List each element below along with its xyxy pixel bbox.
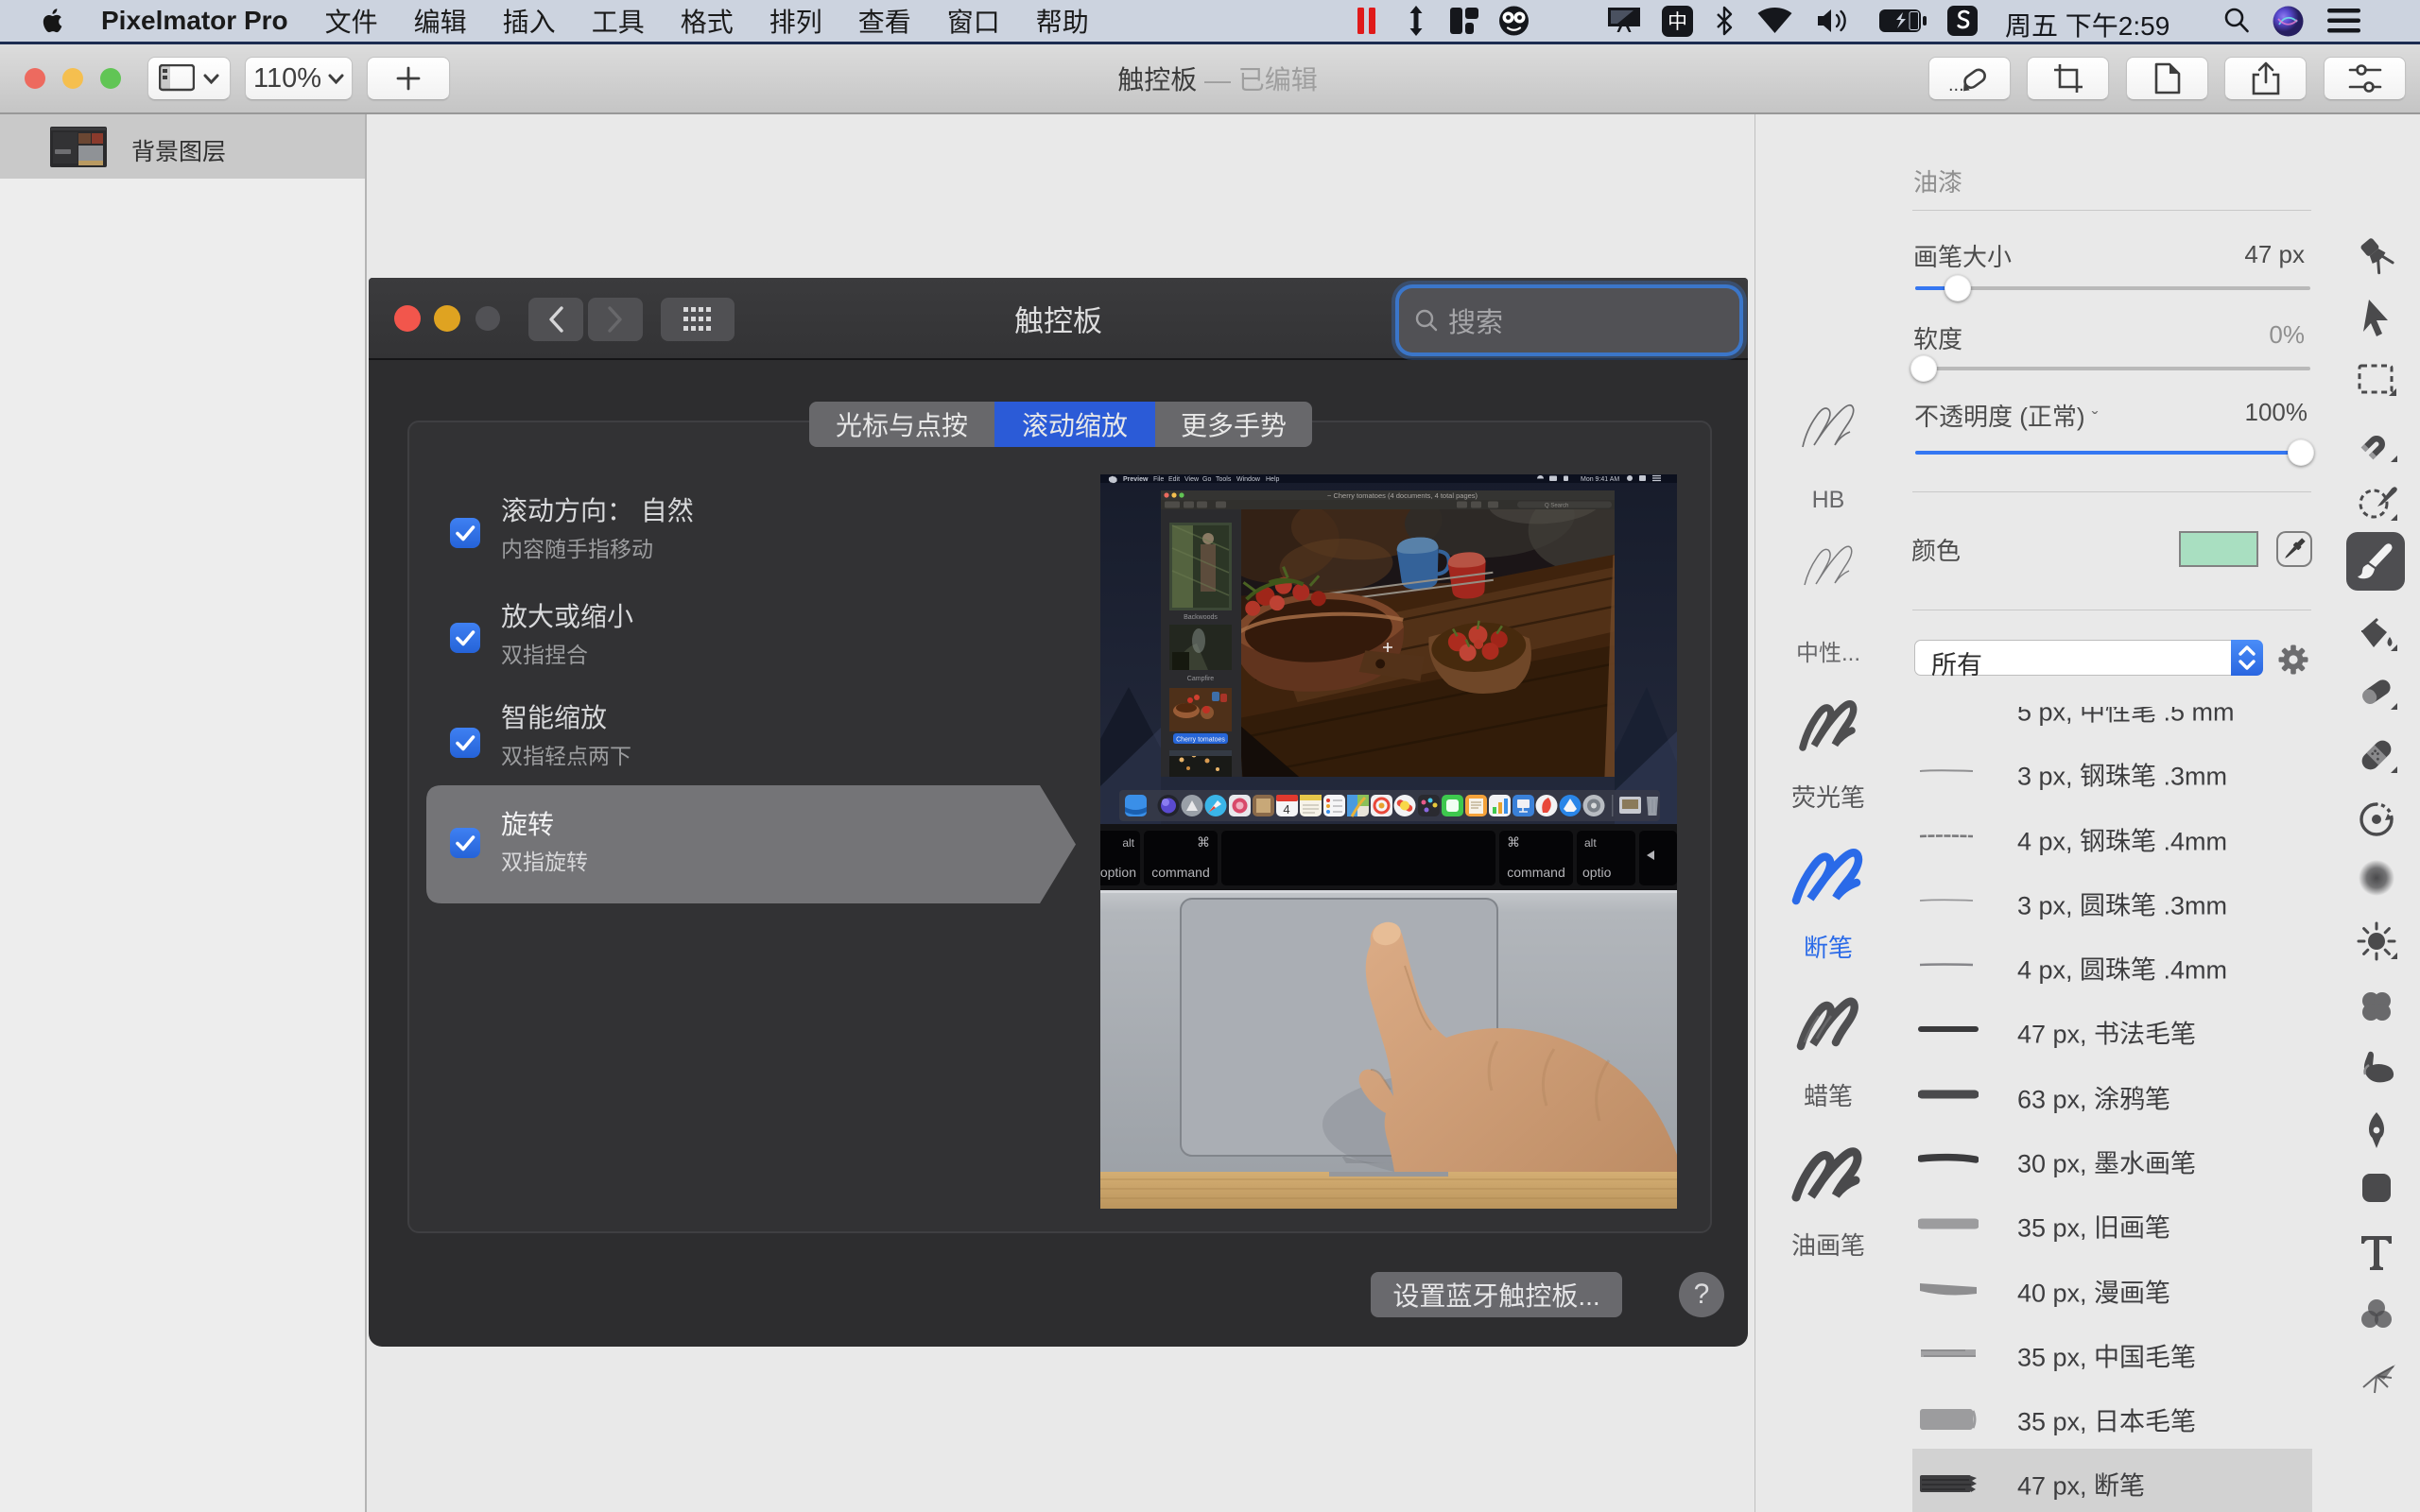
svg-text:optio: optio bbox=[1582, 865, 1612, 880]
svg-text:⌘: ⌘ bbox=[1507, 834, 1520, 850]
svg-text:4: 4 bbox=[1283, 802, 1289, 816]
svg-text:option: option bbox=[1100, 865, 1136, 880]
svg-text:~ Cherry tomatoes (4 documents: ~ Cherry tomatoes (4 documents, 4 total … bbox=[1327, 491, 1478, 500]
svg-text:Cherry tomatoes: Cherry tomatoes bbox=[1176, 737, 1225, 744]
svg-text:Go: Go bbox=[1202, 476, 1211, 483]
svg-text:alt: alt bbox=[1584, 836, 1597, 850]
svg-text:File: File bbox=[1153, 476, 1164, 483]
svg-text:alt: alt bbox=[1122, 836, 1134, 850]
svg-text:...: ... bbox=[1948, 75, 1964, 94]
svg-text:Tools: Tools bbox=[1216, 476, 1232, 483]
svg-text:Help: Help bbox=[1266, 476, 1280, 483]
svg-text:⌘: ⌘ bbox=[1197, 834, 1210, 850]
svg-text:Backwoods: Backwoods bbox=[1184, 614, 1218, 621]
svg-text:Campfire: Campfire bbox=[1187, 676, 1215, 682]
svg-text:View: View bbox=[1184, 476, 1200, 483]
svg-text:Preview: Preview bbox=[1123, 476, 1149, 483]
svg-text:中: 中 bbox=[1668, 10, 1687, 33]
svg-text:Q Search: Q Search bbox=[1545, 504, 1568, 509]
svg-text:command: command bbox=[1151, 865, 1209, 880]
svg-text:Window: Window bbox=[1236, 476, 1261, 483]
svg-text:Edit: Edit bbox=[1168, 476, 1180, 483]
svg-text:Mon 9:41 AM: Mon 9:41 AM bbox=[1581, 476, 1619, 483]
svg-text:command: command bbox=[1507, 865, 1564, 880]
